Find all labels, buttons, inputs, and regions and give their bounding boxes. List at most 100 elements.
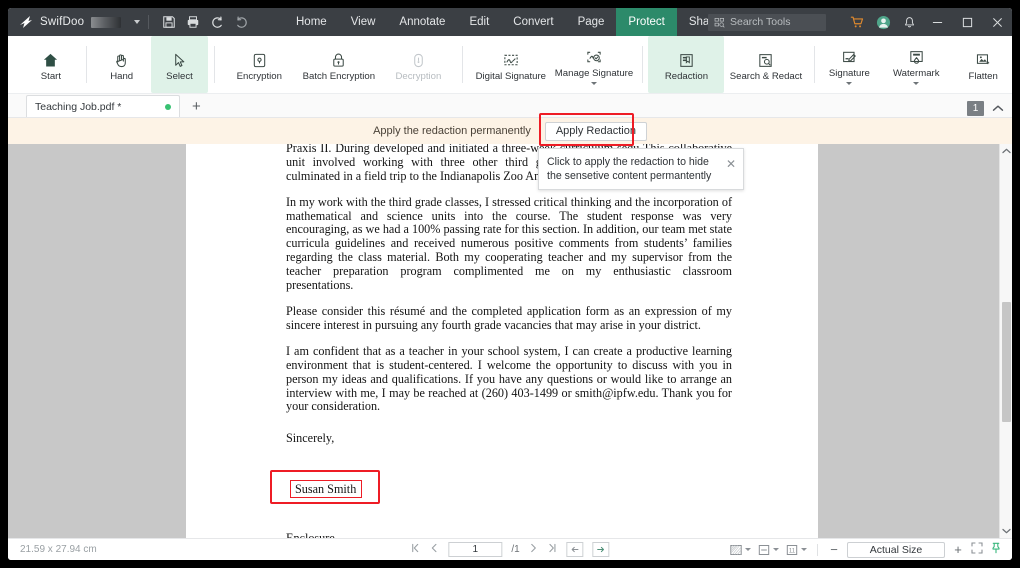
swifdoo-logo-icon — [20, 16, 32, 28]
tool-watermark[interactable]: Watermark — [878, 36, 954, 93]
search-redact-icon — [757, 47, 774, 69]
menu-item-home[interactable]: Home — [284, 8, 339, 36]
close-button[interactable] — [982, 8, 1012, 36]
watermark-chevron-down-icon[interactable] — [913, 82, 920, 86]
page-dimensions-label: 21.59 x 27.94 cm — [20, 544, 97, 555]
menu-item-annotate[interactable]: Annotate — [387, 8, 457, 36]
scrollbar-thumb[interactable] — [1002, 302, 1011, 422]
tool-digital-signature[interactable]: Digital Signature — [469, 36, 552, 93]
vertical-scrollbar[interactable] — [999, 144, 1012, 538]
zoom-level-field[interactable]: Actual Size — [847, 541, 945, 558]
ribbon-toolbar: Start Hand Select Encryption Batch Encry… — [8, 36, 1012, 94]
zoom-in-button[interactable]: + — [952, 543, 964, 556]
tool-search-and-redact[interactable]: Search & Redact — [724, 36, 807, 93]
menu-item-convert[interactable]: Convert — [501, 8, 565, 36]
redo-icon[interactable] — [229, 11, 253, 33]
tool-batch-encryption[interactable]: Batch Encryption — [297, 36, 380, 93]
brand-chevron-down-icon[interactable] — [134, 20, 141, 24]
svg-text:11: 11 — [789, 548, 796, 554]
apply-redaction-tooltip-text: Click to apply the redaction to hide the… — [547, 156, 712, 182]
maximize-button[interactable] — [952, 8, 982, 36]
status-bar-right: 11 − Actual Size + — [730, 541, 1002, 559]
tool-redaction[interactable]: Redaction — [648, 36, 725, 93]
next-page-icon[interactable] — [529, 543, 539, 556]
print-icon[interactable] — [181, 11, 205, 33]
fullscreen-icon[interactable] — [971, 541, 983, 559]
chevron-up-icon[interactable] — [992, 104, 1004, 113]
manage-signature-chevron-down-icon[interactable] — [590, 82, 597, 86]
cart-icon[interactable] — [844, 8, 870, 36]
zoom-out-button[interactable]: − — [828, 543, 840, 556]
tool-start[interactable]: Start — [22, 36, 80, 93]
main-menu-bar: Home View Annotate Edit Convert Page Pro… — [284, 8, 779, 36]
title-bar-right: Search Tools — [708, 8, 1012, 36]
lock-shield-icon — [251, 47, 268, 69]
tool-start-label: Start — [40, 71, 62, 83]
document-tab-label: Teaching Job.pdf * — [35, 100, 122, 113]
app-name: SwifDoo — [40, 16, 85, 28]
notification-bell-icon[interactable] — [896, 8, 922, 36]
tool-redaction-label: Redaction — [664, 71, 709, 83]
document-paragraph: Please consider this résumé and the comp… — [286, 303, 732, 332]
page-fit-chevron-down-icon[interactable] — [801, 548, 807, 551]
unsaved-indicator-dot — [165, 103, 171, 110]
search-tools-input[interactable]: Search Tools — [708, 13, 826, 31]
tool-flatten[interactable]: Flatten — [954, 36, 1012, 93]
signature-pen-icon — [841, 44, 858, 66]
tool-decryption[interactable]: Decryption — [380, 36, 456, 93]
tool-watermark-label: Watermark — [892, 67, 940, 79]
single-page-icon[interactable] — [758, 544, 779, 556]
status-divider — [817, 543, 818, 556]
navigate-forward-icon[interactable] — [592, 542, 610, 557]
ribbon-divider — [214, 46, 216, 83]
menu-item-view[interactable]: View — [339, 8, 388, 36]
signature-chevron-down-icon[interactable] — [846, 82, 853, 86]
pin-icon[interactable] — [990, 541, 1002, 559]
app-brand: SwifDoo — [8, 14, 141, 30]
tool-manage-signature[interactable]: Manage Signature — [552, 36, 635, 93]
tool-batch-encryption-label: Batch Encryption — [302, 71, 376, 83]
save-icon[interactable] — [157, 11, 181, 33]
first-page-icon[interactable] — [410, 543, 420, 556]
document-tab-teaching-job[interactable]: Teaching Job.pdf * — [26, 95, 180, 117]
document-tab-strip: Teaching Job.pdf * + 1 — [8, 94, 1012, 118]
page-layout-chevron-down-icon[interactable] — [745, 548, 751, 551]
home-icon — [42, 47, 59, 69]
menu-item-protect[interactable]: Protect — [616, 8, 677, 36]
tab-strip-right: 1 — [967, 101, 1004, 116]
scroll-down-icon[interactable] — [1000, 524, 1012, 538]
menu-item-edit[interactable]: Edit — [457, 8, 501, 36]
tool-digital-signature-label: Digital Signature — [475, 71, 547, 83]
title-divider — [148, 15, 150, 29]
apply-redaction-button[interactable]: Apply Redaction — [544, 122, 647, 141]
scroll-up-icon[interactable] — [1000, 144, 1012, 158]
single-page-chevron-down-icon[interactable] — [773, 548, 779, 551]
search-tools-placeholder: Search Tools — [730, 16, 791, 28]
document-paragraph: I am confident that as a teacher in your… — [286, 343, 732, 414]
tool-encryption[interactable]: Encryption — [221, 36, 297, 93]
tool-signature[interactable]: Signature — [820, 36, 878, 93]
last-page-icon[interactable] — [548, 543, 558, 556]
close-icon[interactable]: ✕ — [726, 158, 736, 170]
tool-encryption-label: Encryption — [236, 71, 282, 83]
new-tab-button[interactable]: + — [192, 99, 201, 117]
account-icon[interactable] — [870, 8, 896, 36]
watermark-icon — [908, 44, 925, 66]
tool-hand-label: Hand — [110, 71, 134, 83]
navigate-back-icon[interactable] — [566, 542, 584, 557]
prev-page-icon[interactable] — [429, 543, 439, 556]
page-layout-icon[interactable] — [730, 544, 751, 556]
redaction-mark-signature[interactable]: Susan Smith — [290, 480, 363, 499]
page-fit-icon[interactable]: 11 — [786, 544, 807, 556]
status-bar: 21.59 x 27.94 cm 1 /1 11 − Actual Size + — [8, 538, 1012, 560]
cursor-arrow-icon — [171, 47, 188, 69]
document-closing: Sincerely, — [286, 431, 335, 446]
tool-flatten-label: Flatten — [968, 71, 998, 83]
undo-icon[interactable] — [205, 11, 229, 33]
minimize-button[interactable] — [922, 8, 952, 36]
tool-select[interactable]: Select — [150, 36, 209, 93]
ribbon-divider — [813, 46, 815, 83]
current-page-input[interactable]: 1 — [448, 542, 503, 557]
menu-item-page[interactable]: Page — [566, 8, 617, 36]
tool-hand[interactable]: Hand — [93, 36, 151, 93]
